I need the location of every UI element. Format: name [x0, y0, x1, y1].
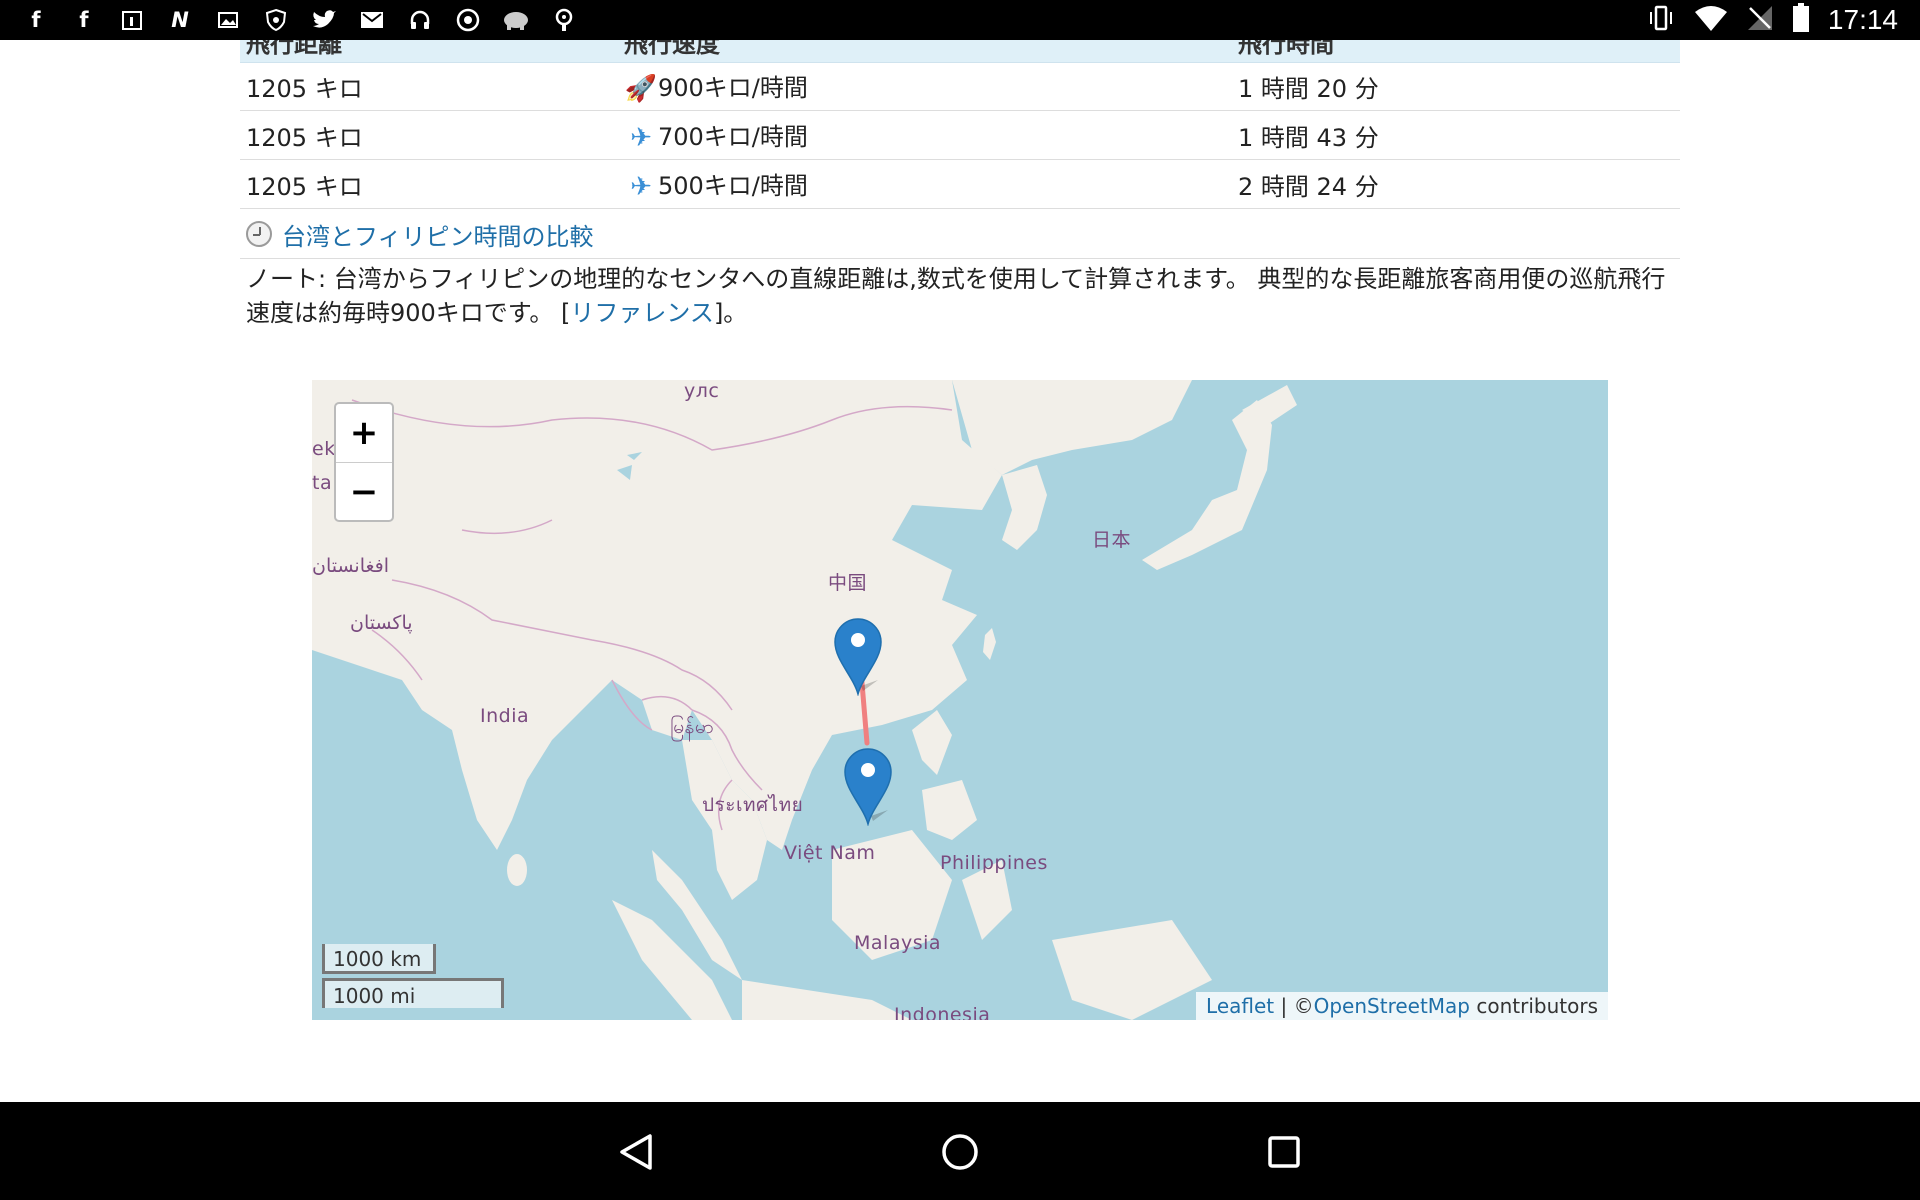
speed-value: 500キロ/時間 [658, 172, 808, 200]
distance-cell: 1205 キロ [240, 62, 618, 111]
map-label-mongolia: улс [684, 380, 720, 402]
map-attribution: Leaflet | ©OpenStreetMap contributors [1196, 992, 1608, 1020]
scale-km: 1000 km [322, 944, 436, 974]
speed-cell: ✈ 500キロ/時間 [618, 159, 1232, 209]
note-body: ノート: 台湾からフィリピンの地理的なセンタへの直線距離は,数式を使用して計算さ… [246, 265, 1666, 327]
note-text: ノート: 台湾からフィリピンの地理的なセンタへの直線距離は,数式を使用して計算さ… [246, 262, 1666, 330]
headset-icon [406, 6, 434, 34]
distance-cell: 1205 キロ [240, 110, 618, 160]
note-suffix: ]。 [713, 299, 748, 327]
back-icon[interactable] [618, 1132, 656, 1172]
airplane-icon: ✈ [630, 172, 652, 202]
time-cell: 2 時間 24 分 [1232, 159, 1680, 209]
map-label-japan: 日本 [1092, 529, 1132, 551]
table-row: 1205 キロ ✈ 700キロ/時間 1 時間 43 分 [240, 110, 1680, 160]
battery-icon [1792, 3, 1810, 37]
facebook-icon: f [31, 8, 41, 32]
elephant-icon [502, 6, 530, 34]
map-label-china: 中国 [828, 572, 868, 594]
header-speed: 飛行速度 [624, 40, 720, 58]
osm-link[interactable]: OpenStreetMap [1314, 994, 1470, 1018]
map-label-thailand: ประเทศไทย [702, 794, 804, 816]
airplane-icon: ✈ [630, 123, 652, 153]
zoom-in-button[interactable]: + [336, 404, 392, 463]
map-label-vietnam: Việt Nam [784, 842, 876, 864]
map-label-pakistan: پاکستان [350, 612, 413, 634]
map-label-india: India [480, 705, 530, 727]
n-app-icon: N [171, 8, 189, 32]
status-bar: f f N 17:14 [0, 0, 1920, 40]
table-row: 1205 キロ 🚀900キロ/時間 1 時間 20 分 [240, 62, 1680, 111]
chrome-icon [454, 6, 482, 34]
speed-value: 900キロ/時間 [658, 74, 808, 102]
map-label-afghanistan: افغانستان [312, 555, 390, 577]
speed-value: 700キロ/時間 [658, 123, 808, 151]
wifi-icon [1694, 4, 1728, 36]
attribution-separator: | © [1274, 994, 1314, 1018]
map-label-indonesia: Indonesia [894, 1004, 991, 1020]
table-row: 1205 キロ ✈ 500キロ/時間 2 時間 24 分 [240, 159, 1680, 209]
twitter-icon [310, 6, 338, 34]
scale-mi: 1000 mi [322, 978, 504, 1008]
header-time: 飛行時間 [1238, 40, 1334, 58]
zoom-out-button[interactable]: − [336, 463, 392, 521]
system-indicators: 17:14 [1646, 3, 1898, 37]
table-header: 飛行距離 飛行速度 飛行時間 [240, 40, 1680, 63]
map-label-edge: ta [312, 472, 333, 494]
recents-icon[interactable] [1266, 1132, 1302, 1172]
map-label-edge: ek [312, 438, 336, 460]
notification-icons: f f N [22, 6, 578, 34]
vibrate-icon [1646, 3, 1676, 37]
reference-link[interactable]: リファレンス [570, 299, 714, 327]
destination-marker[interactable] [843, 746, 893, 826]
map-label-philippines: Philippines [940, 852, 1048, 874]
map-label-malaysia: Malaysia [854, 932, 942, 954]
speed-cell: ✈ 700キロ/時間 [618, 110, 1232, 160]
home-icon[interactable] [940, 1132, 980, 1172]
speed-cell: 🚀900キロ/時間 [618, 62, 1232, 111]
shield-icon [262, 6, 290, 34]
gmail-icon [358, 6, 386, 34]
attribution-contributors: contributors [1470, 994, 1598, 1018]
leaflet-link[interactable]: Leaflet [1206, 994, 1274, 1018]
navigation-bar [0, 1102, 1920, 1200]
header-distance: 飛行距離 [246, 40, 342, 58]
calendar-icon [118, 6, 146, 34]
time-compare-row: 台湾とフィリピン時間の比較 [240, 210, 1680, 259]
map-tiles [312, 380, 1297, 1020]
image-icon [214, 6, 242, 34]
clock-time: 17:14 [1827, 4, 1898, 35]
time-compare-link[interactable]: 台湾とフィリピン時間の比較 [282, 217, 594, 252]
route-map[interactable]: улс 中国 日本 افغانستان پاکستان India မြန်မာ… [312, 380, 1608, 1020]
time-cell: 1 時間 43 分 [1232, 110, 1680, 160]
origin-marker[interactable] [833, 616, 883, 696]
clock-icon [246, 221, 272, 247]
facebook-icon: f [79, 8, 89, 32]
key-icon [550, 6, 578, 34]
zoom-control: + − [334, 402, 394, 522]
distance-cell: 1205 キロ [240, 159, 618, 209]
no-signal-icon [1746, 4, 1774, 36]
map-label-myanmar: မြန်မာ [670, 716, 715, 738]
flight-table: 1205 キロ 🚀900キロ/時間 1 時間 20 分 1205 キロ ✈ 700… [240, 62, 1680, 209]
rocket-icon: 🚀 [624, 74, 658, 104]
time-cell: 1 時間 20 分 [1232, 62, 1680, 111]
